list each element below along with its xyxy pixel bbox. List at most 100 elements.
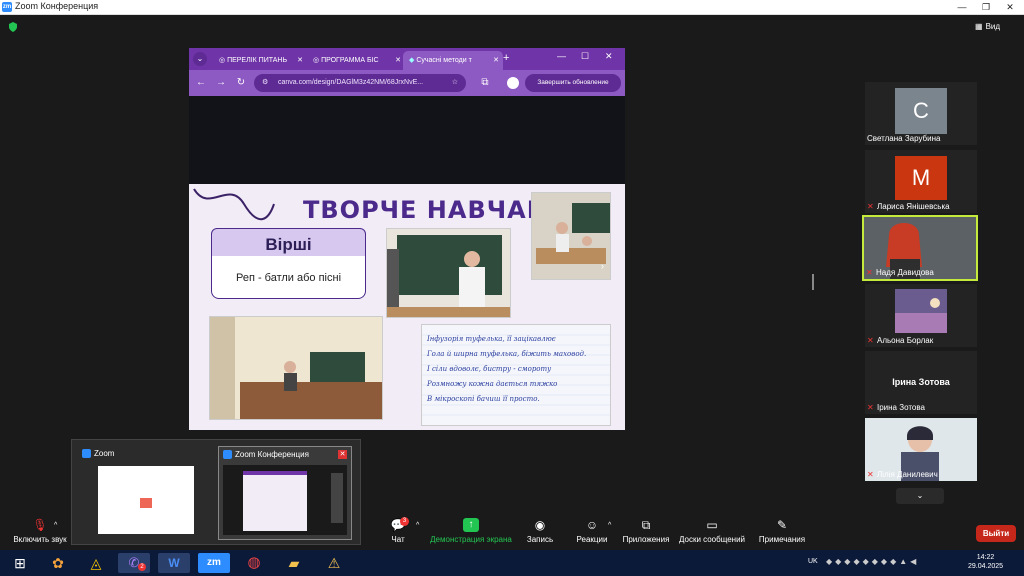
zoom-icon (223, 450, 232, 460)
address-bar[interactable]: ⚙ canva.com/design/DAGlM3z42NM/68JrxNvE.… (254, 74, 466, 92)
browser-tab-1[interactable]: ◎ ПЕРЕЛІК ПИТАНЬ ✕ (213, 51, 307, 70)
title-bar: zm Zoom Конференция — ❐ ✕ (0, 0, 1024, 15)
tab-search-icon[interactable]: ⌄ (193, 52, 207, 66)
maximize-icon[interactable]: ☐ (581, 51, 589, 62)
task-switcher: Zoom Zoom Конференция ✕ (71, 439, 361, 545)
windows-start-icon[interactable]: ⊞ (4, 553, 36, 573)
update-button[interactable]: Завершить обновление (525, 74, 621, 92)
whiteboard-icon: ▭ (706, 518, 718, 532)
viber-icon[interactable]: ✆ (118, 553, 150, 573)
participant-name-row: ✕ Лариса Янішевська (867, 202, 950, 211)
chat-badge: 3 (400, 517, 409, 526)
app-icon[interactable]: ◬ (80, 553, 112, 573)
profile-avatar-icon[interactable] (507, 77, 519, 89)
switcher-item-zoom-conference[interactable]: Zoom Конференция ✕ (218, 446, 352, 540)
reaction-icon: ☺ (585, 518, 599, 532)
browser-tab-strip: ⌄ ◎ ПЕРЕЛІК ПИТАНЬ ✕ ◎ ПРОГРАММА БІС ✕ ◆ С… (189, 48, 625, 70)
extensions-icon[interactable]: ⧉ (479, 77, 491, 89)
muted-mic-icon: ✕ (867, 403, 874, 412)
participant-name-row: ✕ Надя Давидова (866, 268, 934, 277)
whiteboards-button[interactable]: ▭ Доски сообщений (672, 518, 752, 544)
bookmark-star-icon[interactable]: ☆ (452, 74, 458, 92)
close-preview-icon[interactable]: ✕ (338, 450, 347, 459)
muted-mic-icon: ✕ (867, 202, 874, 211)
muted-mic-icon: ✕ (867, 336, 874, 345)
reload-icon[interactable]: ↻ (235, 77, 247, 89)
globe-icon: ◎ (219, 57, 228, 64)
chat-options-chevron-icon[interactable]: ^ (416, 522, 419, 529)
swirl-decoration-icon (193, 188, 275, 220)
view-button[interactable]: ▦ Вид (975, 22, 1000, 31)
participant-name-row: ✕ Альона Борлак (867, 336, 934, 345)
close-tab-icon[interactable]: ✕ (493, 51, 499, 70)
close-icon[interactable]: ✕ (605, 51, 613, 62)
language-indicator[interactable]: UK (808, 558, 818, 565)
close-window-button[interactable]: ✕ (998, 0, 1022, 14)
viber-badge: 2 (138, 563, 146, 571)
paint-icon[interactable]: ✿ (42, 553, 74, 573)
classroom-photo-blackboard (386, 228, 511, 318)
participant-tile-5[interactable]: Ірина Зотова ✕ Ірина Зотова (865, 351, 977, 414)
folder-icon[interactable]: ▰ (278, 553, 310, 573)
avatar: С (895, 88, 947, 134)
muted-mic-icon: 🎙 (32, 518, 48, 532)
participant-name-row: ✕ Ірина Зотова (867, 403, 925, 412)
security-shield-icon[interactable] (8, 22, 18, 32)
zoom-window-thumbnail (98, 466, 194, 534)
apps-icon: ⧉ (641, 518, 651, 532)
participant-tile-1[interactable]: С Светлана Зарубина (865, 82, 977, 145)
forward-icon[interactable]: → (215, 77, 227, 89)
word-icon[interactable]: W (158, 553, 190, 573)
thumbnail-detail (140, 498, 152, 508)
close-tab-icon[interactable]: ✕ (395, 51, 401, 70)
next-slide-icon[interactable]: › (601, 261, 604, 271)
browser-toolbar: ← → ↻ ⚙ canva.com/design/DAGlM3z42NM/68J… (189, 70, 625, 96)
participant-display-name: Ірина Зотова (892, 377, 950, 387)
classroom-photo-students (531, 192, 611, 280)
thumbnail-participants (331, 473, 343, 523)
globe-icon: ◎ (313, 57, 322, 64)
taskbar-clock[interactable]: 14:22 29.04.2025 (968, 553, 1003, 571)
back-icon[interactable]: ← (195, 77, 207, 89)
notes-icon: ✎ (776, 518, 788, 532)
participant-tile-3-active-speaker[interactable]: ✕ Надя Давидова (862, 215, 978, 281)
verses-card-text: Реп - батли або пісні (211, 256, 366, 299)
chrome-icon[interactable]: ◍ (238, 553, 270, 573)
muted-mic-icon: ✕ (866, 268, 873, 277)
participant-tile-6[interactable]: ✕ Лілія Данилевич (865, 418, 977, 481)
browser-tab-3[interactable]: ◆ Сучасні методи т ✕ (403, 51, 503, 70)
new-tab-icon[interactable]: + (503, 52, 509, 64)
chat-button[interactable]: 💬 Чат (358, 518, 438, 544)
audio-options-chevron-icon[interactable]: ^ (54, 522, 57, 529)
scroll-down-button[interactable]: ⌄ (896, 488, 944, 504)
warning-icon[interactable]: ⚠ (318, 553, 350, 573)
avatar: М (895, 156, 947, 200)
participant-name: Светлана Зарубина (867, 134, 941, 143)
panel-resize-handle[interactable] (812, 274, 814, 290)
window-title: Zoom Конференция (15, 1, 99, 11)
grid-icon: ▦ (975, 22, 983, 31)
unmute-button[interactable]: 🎙 Включить звук (0, 518, 80, 544)
switcher-item-zoom[interactable]: Zoom (78, 446, 210, 538)
muted-mic-icon: ✕ (867, 470, 874, 479)
minimize-button[interactable]: — (950, 0, 974, 14)
zoom-taskbar-icon[interactable]: zm (198, 553, 230, 573)
site-info-icon[interactable]: ⚙ (262, 74, 268, 92)
participant-tile-4[interactable]: ✕ Альона Борлак (865, 284, 977, 347)
tray-icons[interactable]: ◆◆◆◆◆◆◆◆▲◀ (826, 557, 919, 566)
participant-name-row: ✕ Лілія Данилевич (867, 470, 938, 479)
avatar (895, 289, 947, 333)
thumbnail-slide (243, 471, 307, 531)
participant-tile-2[interactable]: М ✕ Лариса Янішевська (865, 150, 977, 213)
zoom-icon (82, 449, 91, 459)
close-tab-icon[interactable]: ✕ (297, 51, 303, 70)
shared-screen: ⌄ ◎ ПЕРЕЛІК ПИТАНЬ ✕ ◎ ПРОГРАММА БІС ✕ ◆ С… (189, 48, 625, 430)
leave-button[interactable]: Выйти (976, 525, 1016, 542)
classroom-photo-lesson (209, 316, 383, 420)
notes-button[interactable]: ✎ Примечания (742, 518, 822, 544)
minimize-icon[interactable]: — (557, 51, 566, 61)
zoom-logo-icon: zm (2, 2, 12, 12)
handwritten-text: Інфузорія туфелька, її зацікавлює Гола й… (427, 335, 587, 403)
browser-tab-2[interactable]: ◎ ПРОГРАММА БІС ✕ (307, 51, 405, 70)
maximize-button[interactable]: ❐ (974, 0, 998, 14)
